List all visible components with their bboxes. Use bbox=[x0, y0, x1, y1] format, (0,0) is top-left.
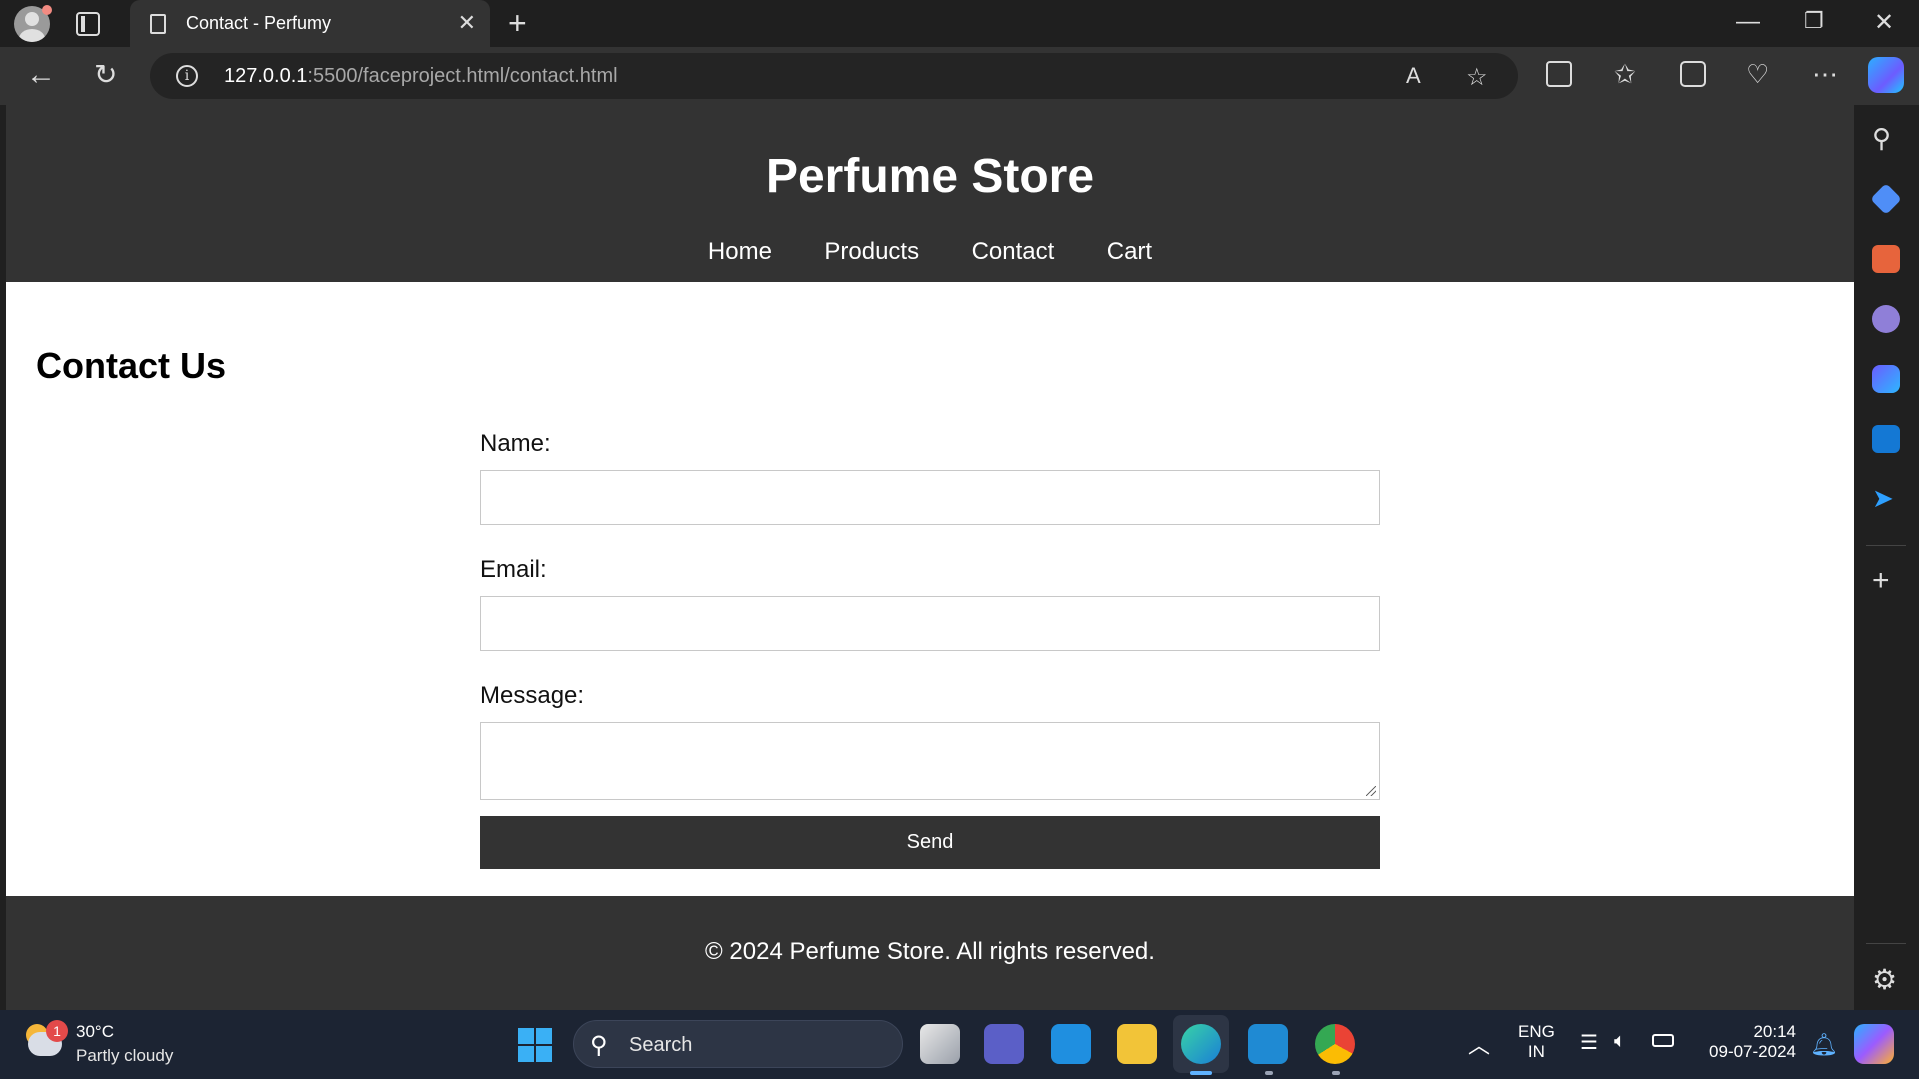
language-bottom: IN bbox=[1527, 1042, 1545, 1061]
message-textarea[interactable] bbox=[480, 722, 1380, 800]
outlook-icon[interactable] bbox=[1872, 425, 1900, 453]
sidebar-divider-bottom bbox=[1866, 943, 1906, 944]
nav-link-cart[interactable]: Cart bbox=[1107, 238, 1152, 266]
back-arrow-icon[interactable]: ← bbox=[26, 59, 56, 91]
resize-grip-icon[interactable] bbox=[1366, 786, 1376, 796]
read-aloud-icon[interactable]: A bbox=[1406, 63, 1421, 89]
site-footer: © 2024 Perfume Store. All rights reserve… bbox=[6, 896, 1854, 1010]
window-close-button[interactable]: ✕ bbox=[1874, 8, 1894, 37]
weather-badge: 1 bbox=[46, 1020, 68, 1042]
clock[interactable]: 20:14 09-07-2024 bbox=[1700, 1022, 1796, 1062]
vs-code-running-indicator bbox=[1265, 1071, 1273, 1075]
clock-date: 09-07-2024 bbox=[1709, 1042, 1796, 1061]
tab-contact[interactable]: Contact - Perfumy ✕ bbox=[130, 0, 490, 47]
wifi-icon[interactable]: ☰ bbox=[1580, 1030, 1598, 1055]
split-screen-icon[interactable] bbox=[1546, 61, 1572, 87]
page-icon bbox=[150, 14, 166, 34]
avatar-head bbox=[25, 12, 39, 26]
chrome-icon[interactable] bbox=[1315, 1024, 1355, 1064]
mail-icon[interactable] bbox=[1051, 1024, 1091, 1064]
file-explorer-icon[interactable] bbox=[1117, 1024, 1157, 1064]
drop-send-icon[interactable]: ➤ bbox=[1872, 483, 1900, 513]
name-label: Name: bbox=[480, 430, 551, 457]
nav-link-products[interactable]: Products bbox=[824, 238, 919, 266]
copilot-icon[interactable] bbox=[1868, 57, 1904, 93]
language-top: ENG bbox=[1518, 1022, 1555, 1041]
collections-icon[interactable] bbox=[1680, 61, 1706, 87]
nav-link-contact[interactable]: Contact bbox=[972, 238, 1055, 266]
name-field[interactable] bbox=[480, 470, 1380, 525]
browser-tab-bar: Contact - Perfumy ✕ + — ❐ ✕ bbox=[0, 0, 1919, 47]
avatar-body bbox=[19, 29, 45, 42]
tab-close-icon[interactable]: ✕ bbox=[458, 10, 476, 36]
shopping-tag-icon[interactable] bbox=[1870, 183, 1902, 215]
edge-icon[interactable] bbox=[1181, 1024, 1221, 1064]
office-icon[interactable] bbox=[1872, 365, 1900, 393]
email-field[interactable] bbox=[480, 596, 1380, 651]
favorites-icon[interactable]: ✩ bbox=[1614, 59, 1636, 89]
windows-taskbar: 1 30°C Partly cloudy ⚲ Search ︿ ENG IN ☰… bbox=[0, 1010, 1919, 1079]
nav-link-home[interactable]: Home bbox=[708, 238, 772, 266]
add-sidebar-app-icon[interactable]: + bbox=[1872, 566, 1900, 596]
refresh-icon[interactable]: ↻ bbox=[94, 59, 117, 91]
more-menu-icon[interactable]: ⋯ bbox=[1812, 59, 1838, 89]
search-icon[interactable]: ⚲ bbox=[1872, 123, 1900, 153]
profile-notification-dot bbox=[42, 5, 52, 15]
url-text[interactable]: 127.0.0.1:5500/faceproject.html/contact.… bbox=[224, 65, 618, 88]
tab-actions-icon[interactable] bbox=[76, 12, 100, 36]
browser-toolbar: ← ↻ i 127.0.0.1:5500/faceproject.html/co… bbox=[0, 47, 1919, 105]
browser-sidebar: ⚲ ➤ + ⚙ bbox=[1854, 105, 1919, 1010]
battery-icon[interactable] bbox=[1652, 1034, 1674, 1047]
taskbar-search[interactable]: ⚲ Search bbox=[573, 1020, 903, 1068]
address-bar[interactable]: i 127.0.0.1:5500/faceproject.html/contac… bbox=[150, 53, 1518, 99]
task-view-icon[interactable] bbox=[920, 1024, 960, 1064]
start-windows-icon[interactable] bbox=[518, 1028, 552, 1062]
send-button[interactable]: Send bbox=[480, 816, 1380, 869]
chrome-running-indicator bbox=[1332, 1071, 1340, 1075]
sidebar-divider bbox=[1866, 545, 1906, 546]
contact-form: Name: Email: Message: Send bbox=[480, 430, 1380, 869]
copilot-preview-icon[interactable] bbox=[1854, 1024, 1894, 1064]
weather-condition[interactable]: Partly cloudy bbox=[76, 1046, 173, 1066]
tab-title: Contact - Perfumy bbox=[186, 13, 332, 33]
notification-bell-icon[interactable]: 🔔︎ bbox=[1810, 1032, 1838, 1058]
site-info-icon[interactable]: i bbox=[176, 65, 198, 87]
email-label: Email: bbox=[480, 556, 547, 583]
minimize-button[interactable]: — bbox=[1736, 8, 1760, 36]
clock-time: 20:14 bbox=[1753, 1022, 1796, 1041]
site-title: Perfume Store bbox=[765, 150, 1095, 203]
games-icon[interactable] bbox=[1872, 305, 1900, 333]
show-hidden-icons-chevron-icon[interactable]: ︿ bbox=[1468, 1028, 1490, 1060]
vs-code-icon[interactable] bbox=[1248, 1024, 1288, 1064]
favorite-star-icon[interactable]: ☆ bbox=[1466, 63, 1488, 92]
page-viewport: Perfume Store Home Products Contact Cart… bbox=[6, 105, 1854, 1010]
site-header: Perfume Store Home Products Contact Cart bbox=[6, 105, 1854, 282]
taskbar-search-placeholder: Search bbox=[629, 1034, 693, 1056]
teams-icon[interactable] bbox=[984, 1024, 1024, 1064]
browser-essentials-icon[interactable]: ♡ bbox=[1746, 59, 1769, 89]
tools-briefcase-icon[interactable] bbox=[1872, 245, 1900, 273]
language-indicator[interactable]: ENG IN bbox=[1518, 1022, 1555, 1062]
site-nav: Home Products Contact Cart bbox=[6, 238, 1854, 266]
search-icon: ⚲ bbox=[590, 1032, 608, 1059]
page-title: Contact Us bbox=[36, 345, 227, 386]
new-tab-button[interactable]: + bbox=[508, 5, 527, 41]
restore-button[interactable]: ❐ bbox=[1804, 8, 1824, 34]
message-label: Message: bbox=[480, 682, 585, 709]
weather-temperature[interactable]: 30°C bbox=[76, 1022, 114, 1042]
edge-active-indicator bbox=[1190, 1071, 1212, 1075]
volume-icon[interactable]: 🔈︎ bbox=[1614, 1030, 1626, 1053]
copyright-text: © 2024 Perfume Store. All rights reserve… bbox=[705, 938, 1155, 965]
sidebar-settings-gear-icon[interactable]: ⚙ bbox=[1872, 963, 1900, 995]
